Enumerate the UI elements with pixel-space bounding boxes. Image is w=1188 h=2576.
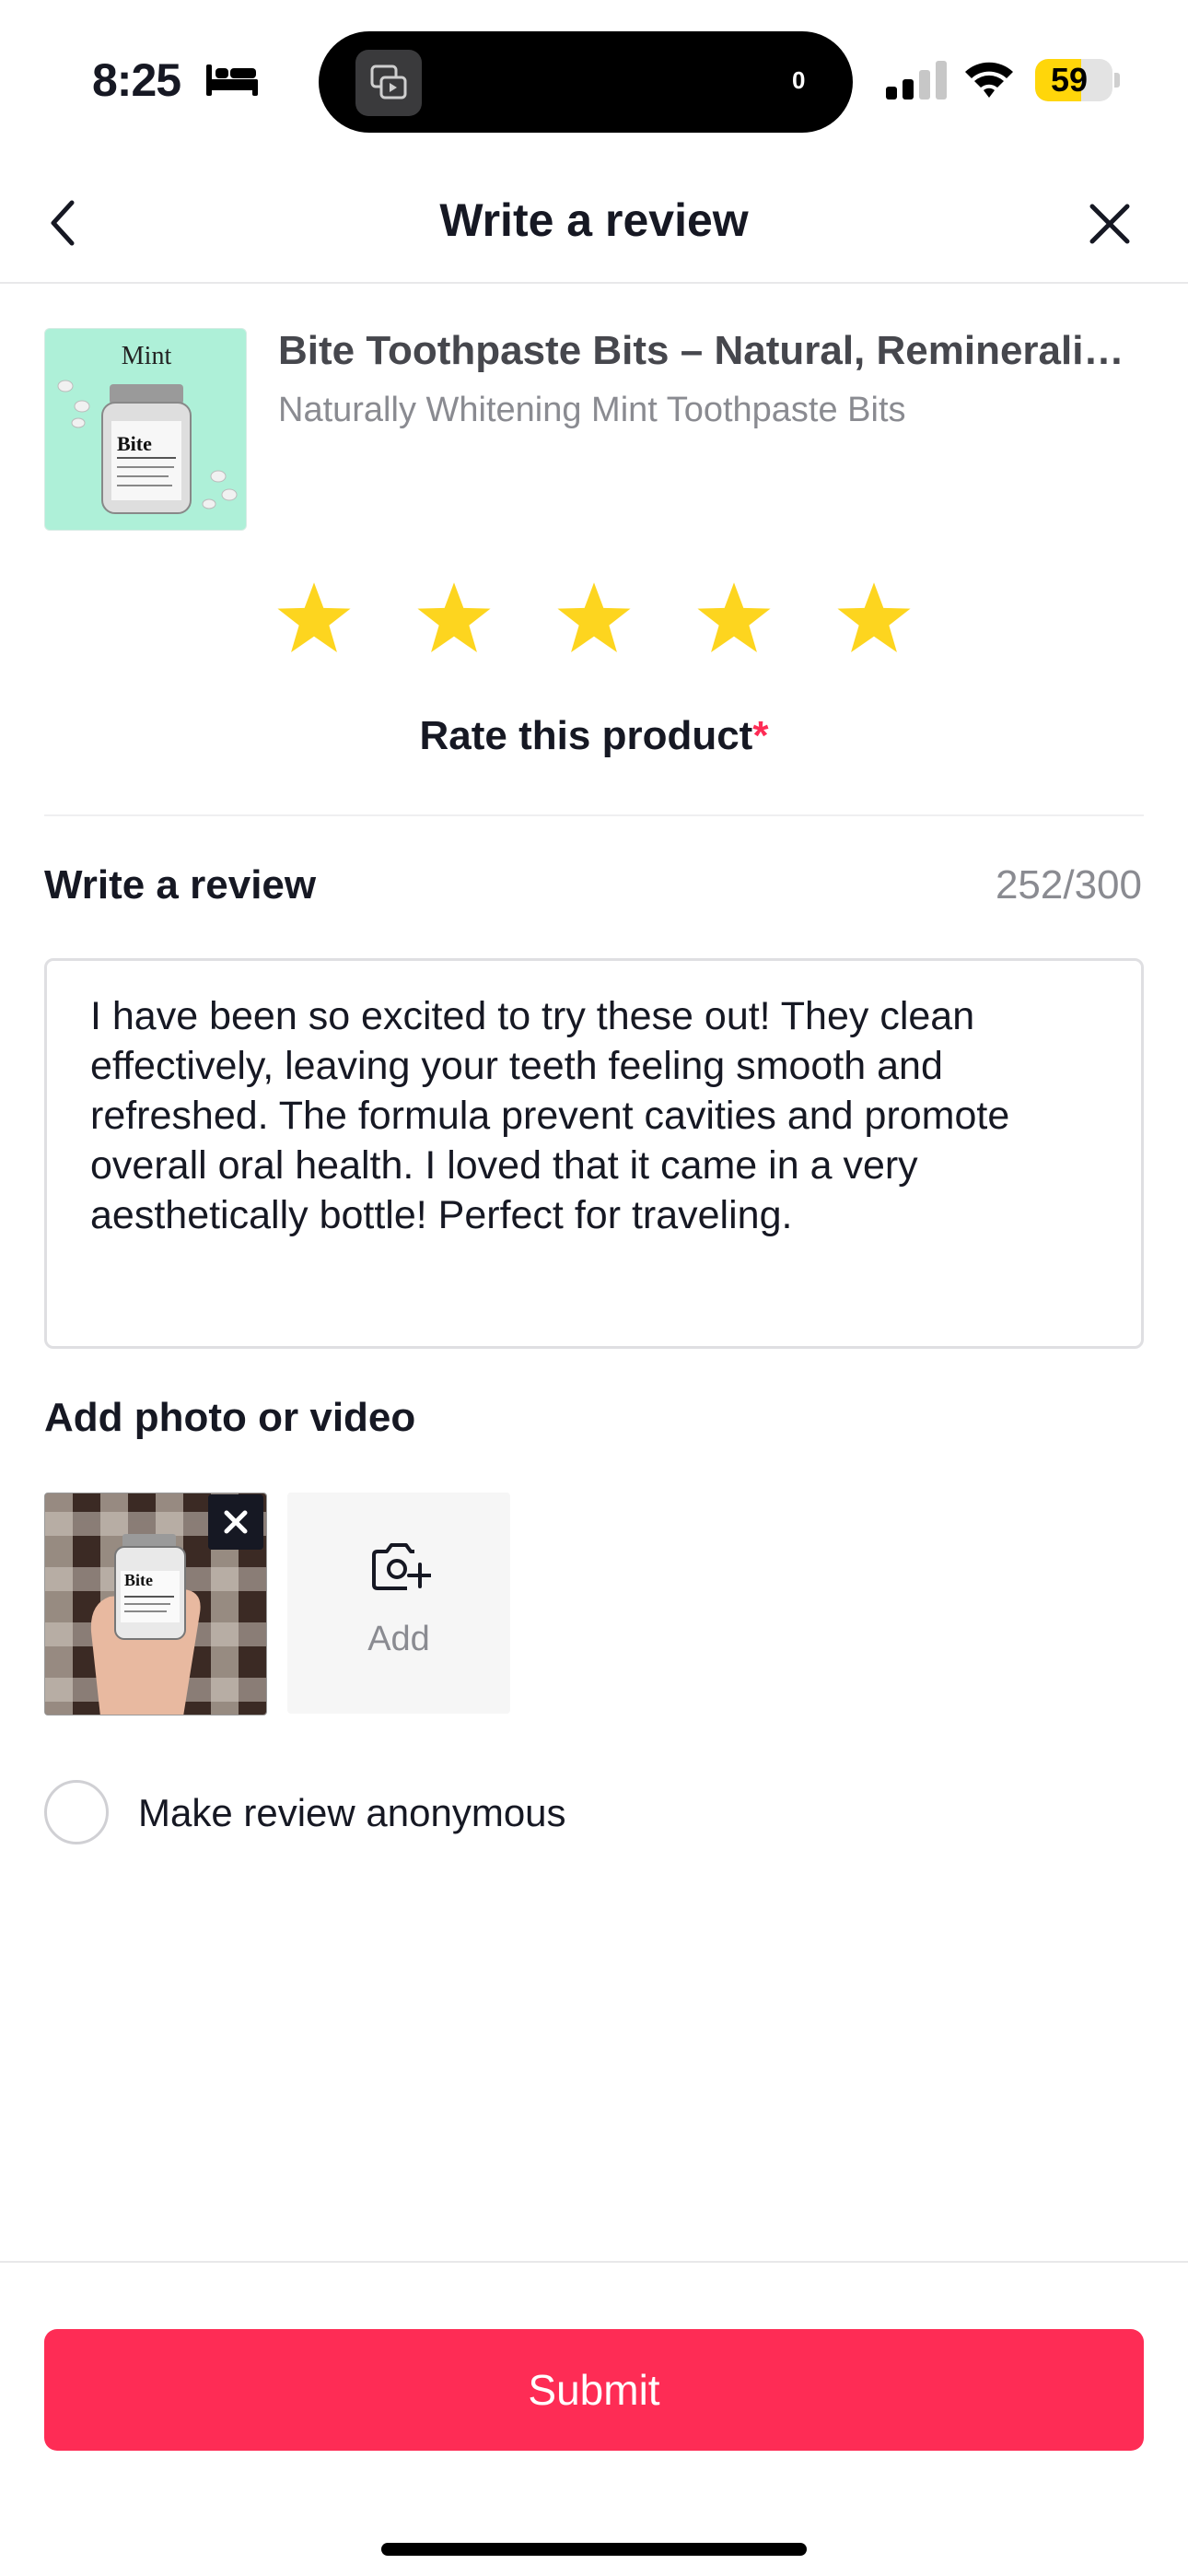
- product-name: Bite Toothpaste Bits – Natural, Reminera…: [278, 328, 1135, 373]
- product-bottle-image: [57, 380, 238, 514]
- camera-add-icon[interactable]: [367, 1539, 431, 1594]
- review-text[interactable]: I have been so excited to try these out!…: [90, 991, 1103, 1240]
- activity-count: 0: [792, 66, 806, 94]
- page-title: Write a review: [439, 194, 749, 246]
- uploaded-photo-brand: Bite: [124, 1571, 153, 1589]
- header-divider: [0, 282, 1188, 284]
- star-1-icon[interactable]: [274, 579, 354, 658]
- product-thumbnail: Mint Bite: [44, 328, 247, 531]
- footer-divider: [0, 2261, 1188, 2263]
- anonymous-label[interactable]: Make review anonymous: [138, 1791, 566, 1835]
- star-4-icon[interactable]: [694, 579, 774, 658]
- star-3-icon[interactable]: [554, 579, 634, 658]
- screen-recording-icon: [355, 50, 422, 116]
- remove-photo-icon[interactable]: [208, 1494, 263, 1550]
- section-divider: [44, 814, 1144, 816]
- product-thumbnail-brand: Bite: [117, 432, 152, 455]
- star-2-icon[interactable]: [414, 579, 494, 658]
- character-counter: 252/300: [995, 862, 1142, 907]
- battery-level: 59: [1050, 61, 1089, 99]
- rate-product-label: Rate this product*: [0, 713, 1188, 759]
- home-indicator: [381, 2543, 807, 2556]
- required-mark: *: [752, 713, 769, 758]
- battery-icon: 59: [1035, 59, 1120, 101]
- star-rating[interactable]: [0, 579, 1188, 658]
- close-icon[interactable]: [1087, 201, 1133, 247]
- product-variant: Naturally Whitening Mint Toothpaste Bits: [278, 391, 906, 429]
- wifi-icon: [965, 62, 1013, 98]
- status-time: 8:25: [92, 54, 181, 106]
- media-label: Add photo or video: [44, 1395, 416, 1440]
- add-media-button[interactable]: [287, 1493, 510, 1714]
- anonymous-checkbox[interactable]: [44, 1780, 109, 1844]
- star-5-icon[interactable]: [834, 579, 914, 658]
- rate-product-text: Rate this product: [419, 713, 753, 758]
- cellular-signal-icon: [886, 61, 947, 100]
- review-label: Write a review: [44, 862, 317, 907]
- sleep-focus-icon: [206, 64, 258, 96]
- submit-button[interactable]: Submit: [44, 2329, 1144, 2451]
- add-media-label: Add: [367, 1620, 430, 1658]
